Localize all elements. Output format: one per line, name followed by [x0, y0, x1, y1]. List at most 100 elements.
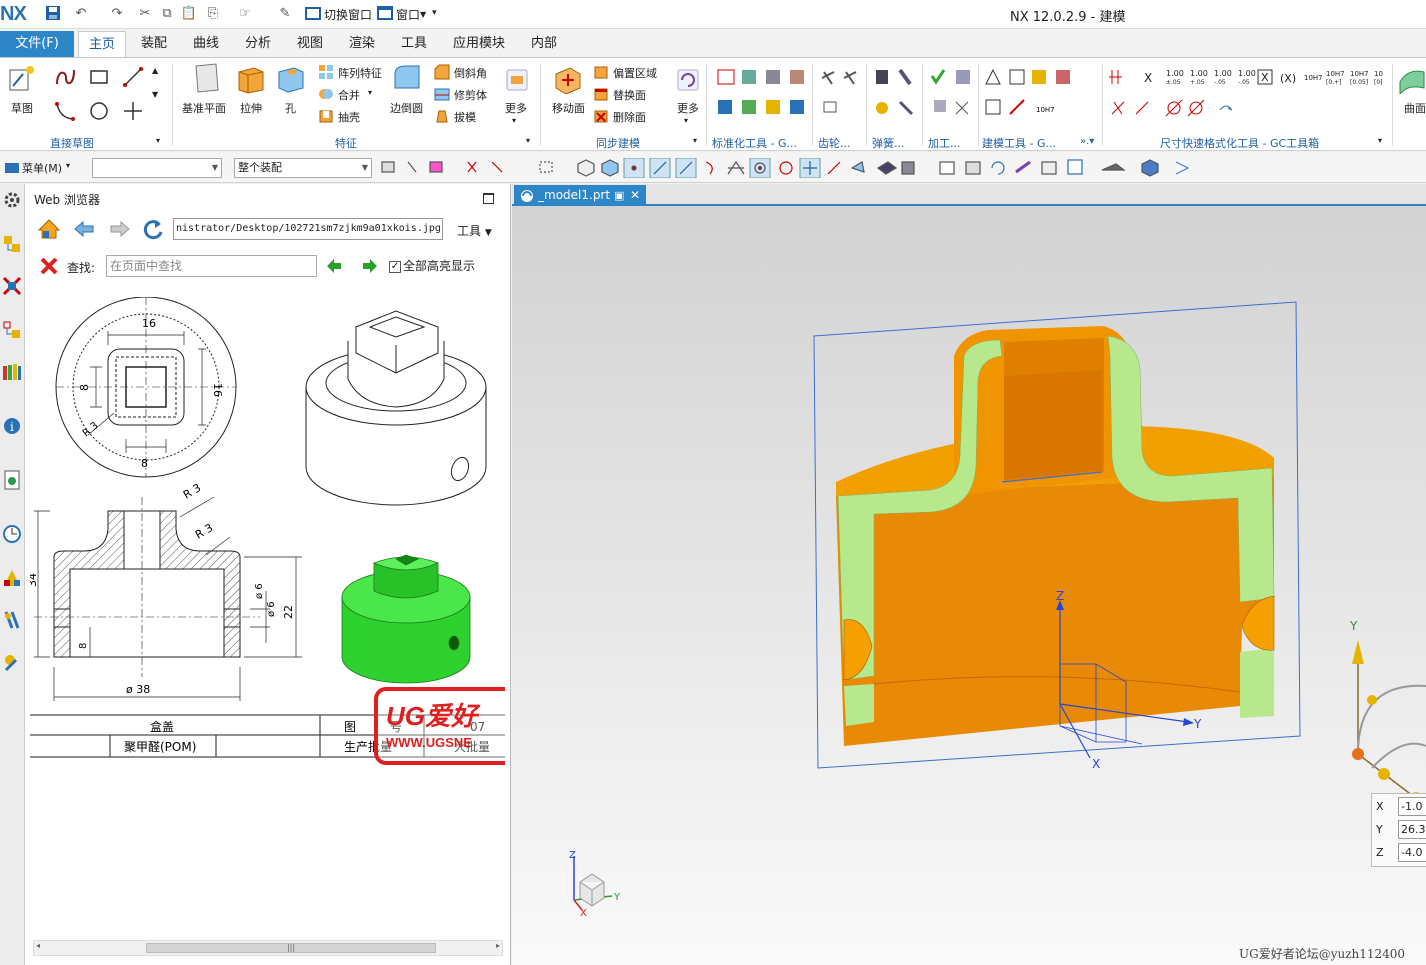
web-browser-icon[interactable]: [2, 470, 22, 490]
assembly-navigator-icon[interactable]: [2, 234, 22, 254]
file-tab[interactable]: 文件(F): [0, 31, 74, 57]
home-icon[interactable]: [37, 218, 61, 240]
dimension-group-dropdown-icon[interactable]: ▾: [1378, 136, 1382, 145]
copy-icon[interactable]: ⧉: [158, 5, 176, 23]
back-icon[interactable]: [73, 220, 95, 238]
menu-dropdown-icon[interactable]: ▾: [66, 161, 70, 170]
edge-blend-icon[interactable]: [392, 62, 422, 94]
point-icon[interactable]: [122, 100, 144, 122]
redo-icon[interactable]: ↷: [108, 5, 126, 23]
highlight-all-checkbox[interactable]: ✓ 全部高亮显示: [389, 257, 475, 274]
visualization-icon[interactable]: [2, 568, 22, 588]
feature-more-dropdown-icon[interactable]: ▾: [512, 116, 516, 125]
coord-x-input[interactable]: -1.0: [1398, 797, 1426, 816]
pattern-feature-button[interactable]: 阵列特征: [338, 65, 382, 81]
unite-button[interactable]: 合并: [338, 87, 360, 103]
info-icon[interactable]: i: [2, 416, 22, 436]
scrollbar-thumb[interactable]: |||: [146, 943, 436, 953]
tab-render[interactable]: 渲染: [342, 31, 382, 57]
circle-icon[interactable]: [88, 100, 110, 122]
standard-tools-icons[interactable]: [716, 68, 812, 120]
menu-button[interactable]: 菜单(M): [22, 160, 62, 176]
hole-button[interactable]: 孔: [285, 100, 296, 116]
group-label-dimension-format[interactable]: 尺寸快速格式化工具 - GC工具箱: [1160, 135, 1319, 151]
modeling-tools-icons[interactable]: 10H7: [984, 68, 1076, 120]
tab-application[interactable]: 应用模块: [446, 31, 512, 57]
gear-icon[interactable]: [2, 190, 22, 210]
tab-internal[interactable]: 内部: [524, 31, 564, 57]
sketch-button[interactable]: 草图: [11, 100, 33, 116]
pattern-feature-icon[interactable]: [318, 64, 334, 80]
scroll-left-icon[interactable]: ◂: [36, 941, 40, 950]
part-navigator-icon[interactable]: [2, 320, 22, 340]
more-groups-dropdown-icon[interactable]: ».▾: [1080, 136, 1094, 147]
delete-face-icon[interactable]: [593, 108, 609, 124]
touch-mode-icon[interactable]: ☞: [236, 5, 254, 23]
replace-face-icon[interactable]: [593, 86, 609, 102]
sync-more-dropdown-icon[interactable]: ▾: [684, 116, 688, 125]
feature-more-button[interactable]: 更多: [505, 100, 527, 116]
sync-more-icon[interactable]: [676, 68, 700, 92]
gear-tools-icons[interactable]: [820, 68, 864, 120]
trim-body-icon[interactable]: [434, 86, 450, 102]
offset-region-icon[interactable]: [593, 64, 609, 80]
hole-icon[interactable]: [276, 62, 306, 94]
shell-button[interactable]: 抽壳: [338, 109, 360, 125]
profile-icon[interactable]: [54, 66, 76, 88]
section-view-model[interactable]: Z Y X Y Z Y X: [512, 206, 1426, 965]
find-previous-icon[interactable]: [325, 258, 343, 274]
customize-quick-access-icon[interactable]: ▾: [432, 8, 437, 18]
sync-group-dropdown-icon[interactable]: ▾: [693, 136, 697, 145]
window-icon[interactable]: [376, 5, 394, 23]
edge-blend-button[interactable]: 边倒圆: [390, 100, 423, 116]
rotate-manipulator[interactable]: [1352, 640, 1426, 807]
undo-icon[interactable]: ↶: [72, 5, 90, 23]
repeat-command-icon[interactable]: ⎘: [204, 5, 222, 23]
selection-scope-select[interactable]: 整个装配 ▼: [234, 158, 372, 178]
window-menu-button[interactable]: 窗口: [396, 6, 420, 23]
extrude-button[interactable]: 拉伸: [240, 100, 262, 116]
tab-model1[interactable]: _model1.prt ▣ ✕: [514, 185, 646, 206]
group-label-standard-tools[interactable]: 标准化工具 - G...: [712, 135, 797, 151]
horizontal-scrollbar[interactable]: ◂ ||| ▸: [33, 940, 503, 956]
feature-group-dropdown-icon[interactable]: ▾: [526, 136, 530, 145]
scroll-right-icon[interactable]: ▸: [496, 941, 500, 950]
rectangle-icon[interactable]: [88, 66, 110, 88]
system-scene-icon[interactable]: [2, 652, 22, 672]
type-filter-select[interactable]: ▼: [92, 158, 222, 178]
sketch-icon[interactable]: [8, 64, 36, 94]
group-label-modeling-tools[interactable]: 建模工具 - G...: [982, 135, 1056, 151]
graphics-window[interactable]: Z Y X Y Z Y X X -1.0 Y 26.3 Z -4.0: [512, 206, 1426, 965]
tab-home[interactable]: 主页: [78, 31, 126, 57]
sync-more-button[interactable]: 更多: [677, 100, 699, 116]
snap-point-toolbar-icons[interactable]: [380, 158, 1220, 178]
coord-z-input[interactable]: -4.0: [1398, 843, 1426, 862]
arc-icon[interactable]: [54, 100, 76, 122]
switch-window-icon[interactable]: [304, 5, 322, 23]
draft-button[interactable]: 拔模: [454, 109, 476, 125]
spring-tools-icons[interactable]: [874, 68, 918, 120]
replace-face-button[interactable]: 替换面: [613, 87, 646, 103]
line-icon[interactable]: [122, 66, 144, 88]
group-label-machining[interactable]: 加工...: [928, 135, 961, 151]
extrude-icon[interactable]: [236, 62, 266, 94]
close-find-icon[interactable]: [39, 256, 59, 276]
feature-more-icon[interactable]: [505, 68, 529, 92]
switch-window-button[interactable]: 切换窗口: [324, 6, 372, 23]
paint-icon[interactable]: ✎: [276, 5, 294, 23]
unite-dropdown-icon[interactable]: ▾: [368, 88, 372, 97]
group-label-spring[interactable]: 弹簧...: [872, 135, 905, 151]
tools-menu-button[interactable]: 工具 ▼: [457, 222, 492, 239]
chamfer-icon[interactable]: [434, 64, 450, 80]
trim-body-button[interactable]: 修剪体: [454, 87, 487, 103]
tab-view[interactable]: 视图: [290, 31, 330, 57]
menu-icon[interactable]: [4, 160, 20, 176]
tab-curve[interactable]: 曲线: [186, 31, 226, 57]
cut-icon[interactable]: ✂: [136, 5, 154, 23]
sketch-scroll-up-icon[interactable]: ▲: [152, 66, 158, 75]
shell-icon[interactable]: [318, 108, 334, 124]
offset-region-button[interactable]: 偏置区域: [613, 65, 657, 81]
dimension-format-icons[interactable]: X 1.00±.05 1.00+.05 1.00-.05 1.00-.05 X …: [1108, 66, 1390, 122]
unite-icon[interactable]: [318, 86, 334, 102]
move-face-icon[interactable]: [552, 64, 582, 94]
